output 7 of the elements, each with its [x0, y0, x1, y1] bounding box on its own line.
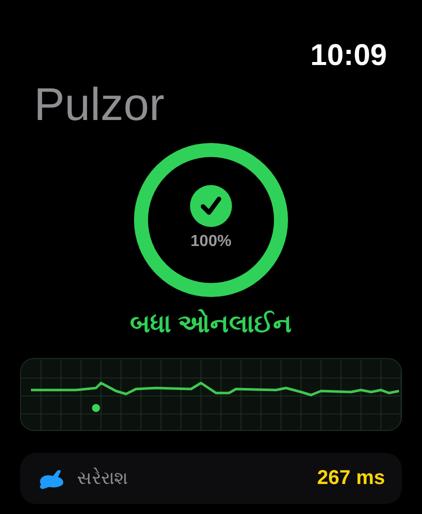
percent-label: 100%: [190, 233, 232, 251]
clock-time: 10:09: [310, 38, 387, 74]
status-label: બધા ઓનલાઈન: [129, 308, 293, 340]
stat-label: સરેરાશ: [77, 468, 129, 489]
check-icon: [190, 185, 232, 227]
app-title: Pulzor: [34, 77, 166, 132]
stat-value: 267 ms: [317, 467, 385, 490]
